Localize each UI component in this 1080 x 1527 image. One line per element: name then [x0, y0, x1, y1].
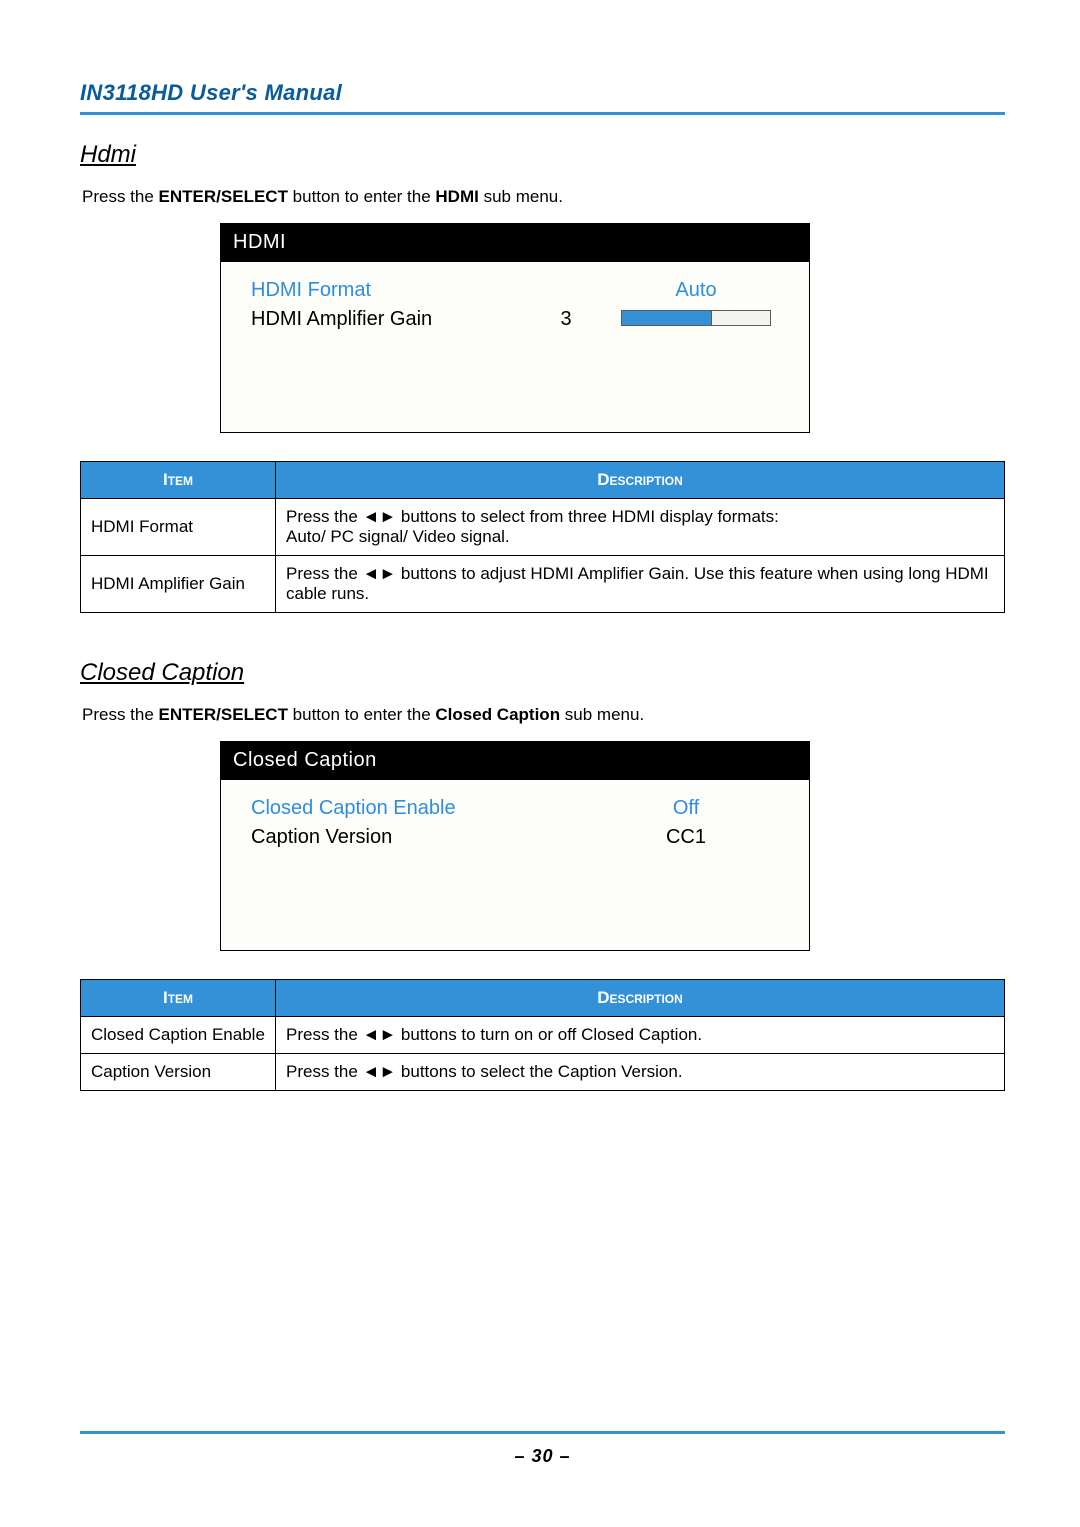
menu-label: Caption Version: [251, 826, 581, 849]
slider-sep: [711, 311, 712, 325]
menu-num: 3: [531, 308, 601, 331]
menu-value: Off: [581, 797, 791, 820]
desc-pre: Press the: [286, 507, 363, 526]
table-row: Caption Version Press the ◄► buttons to …: [81, 1054, 1005, 1091]
td-item: HDMI Amplifier Gain: [81, 556, 276, 613]
table-row: HDMI Amplifier Gain Press the ◄► buttons…: [81, 556, 1005, 613]
intro-pre: Press the: [82, 705, 159, 724]
arrows-icon: ◄►: [363, 1025, 397, 1044]
header-title: IN3118HD User's Manual: [80, 80, 1005, 106]
heading-hdmi: Hdmi: [80, 141, 1005, 169]
intro-pre: Press the: [82, 187, 159, 206]
td-item: Caption Version: [81, 1054, 276, 1091]
intro-enter: ENTER/SELECT: [159, 187, 288, 206]
heading-cc: Closed Caption: [80, 659, 1005, 687]
section-hdmi: Hdmi Press the ENTER/SELECT button to en…: [80, 141, 1005, 659]
desc-pre: Press the: [286, 1062, 363, 1081]
td-desc: Press the ◄► buttons to select the Capti…: [276, 1054, 1005, 1091]
hdmi-menu-body: HDMI Format Auto HDMI Amplifier Gain 3: [221, 262, 809, 432]
intro-sub: Closed Caption: [435, 705, 560, 724]
gain-slider[interactable]: [621, 310, 771, 326]
intro-mid: button to enter the: [288, 705, 435, 724]
th-item: Item: [81, 462, 276, 499]
footer-rule: [80, 1431, 1005, 1434]
header: IN3118HD User's Manual: [80, 80, 1005, 141]
table-row: Closed Caption Enable Press the ◄► butto…: [81, 1017, 1005, 1054]
arrows-icon: ◄►: [363, 1062, 397, 1081]
slider-fill: [622, 311, 711, 325]
page: IN3118HD User's Manual Hdmi Press the EN…: [0, 0, 1080, 1527]
intro-post: sub menu.: [560, 705, 644, 724]
th-desc: Description: [276, 462, 1005, 499]
menu-label: Closed Caption Enable: [251, 797, 581, 820]
menu-label: HDMI Format: [251, 279, 531, 302]
td-desc: Press the ◄► buttons to select from thre…: [276, 499, 1005, 556]
arrows-icon: ◄►: [363, 507, 397, 526]
menu-row-caption-version[interactable]: Caption Version CC1: [251, 823, 791, 852]
td-item: HDMI Format: [81, 499, 276, 556]
desc-post: buttons to turn on or off Closed Caption…: [396, 1025, 702, 1044]
td-desc: Press the ◄► buttons to adjust HDMI Ampl…: [276, 556, 1005, 613]
desc-pre: Press the: [286, 564, 363, 583]
td-desc: Press the ◄► buttons to turn on or off C…: [276, 1017, 1005, 1054]
page-number: – 30 –: [80, 1446, 1005, 1467]
th-desc: Description: [276, 980, 1005, 1017]
td-item: Closed Caption Enable: [81, 1017, 276, 1054]
intro-sub: HDMI: [435, 187, 478, 206]
cc-desc-table: Item Description Closed Caption Enable P…: [80, 979, 1005, 1091]
cc-menu-title: Closed Caption: [221, 742, 809, 780]
intro-mid: button to enter the: [288, 187, 435, 206]
menu-row-hdmi-format[interactable]: HDMI Format Auto: [251, 276, 791, 305]
section-cc: Closed Caption Press the ENTER/SELECT bu…: [80, 659, 1005, 1137]
hdmi-menu-box: HDMI HDMI Format Auto HDMI Amplifier Gai…: [220, 223, 810, 433]
intro-post: sub menu.: [479, 187, 563, 206]
header-rule: [80, 112, 1005, 115]
footer: – 30 –: [80, 1431, 1005, 1467]
hdmi-menu-title: HDMI: [221, 224, 809, 262]
menu-row-hdmi-gain[interactable]: HDMI Amplifier Gain 3: [251, 305, 791, 334]
intro-hdmi: Press the ENTER/SELECT button to enter t…: [82, 187, 1005, 207]
cc-menu-box: Closed Caption Closed Caption Enable Off…: [220, 741, 810, 951]
cc-menu-body: Closed Caption Enable Off Caption Versio…: [221, 780, 809, 950]
hdmi-desc-table: Item Description HDMI Format Press the ◄…: [80, 461, 1005, 613]
intro-cc: Press the ENTER/SELECT button to enter t…: [82, 705, 1005, 725]
menu-label: HDMI Amplifier Gain: [251, 308, 531, 331]
intro-enter: ENTER/SELECT: [159, 705, 288, 724]
menu-value: Auto: [601, 279, 791, 302]
slider-container: [601, 308, 791, 331]
desc-post: buttons to select the Caption Version.: [396, 1062, 682, 1081]
menu-value: CC1: [581, 826, 791, 849]
th-item: Item: [81, 980, 276, 1017]
arrows-icon: ◄►: [363, 564, 397, 583]
desc-pre: Press the: [286, 1025, 363, 1044]
menu-row-cc-enable[interactable]: Closed Caption Enable Off: [251, 794, 791, 823]
table-row: HDMI Format Press the ◄► buttons to sele…: [81, 499, 1005, 556]
